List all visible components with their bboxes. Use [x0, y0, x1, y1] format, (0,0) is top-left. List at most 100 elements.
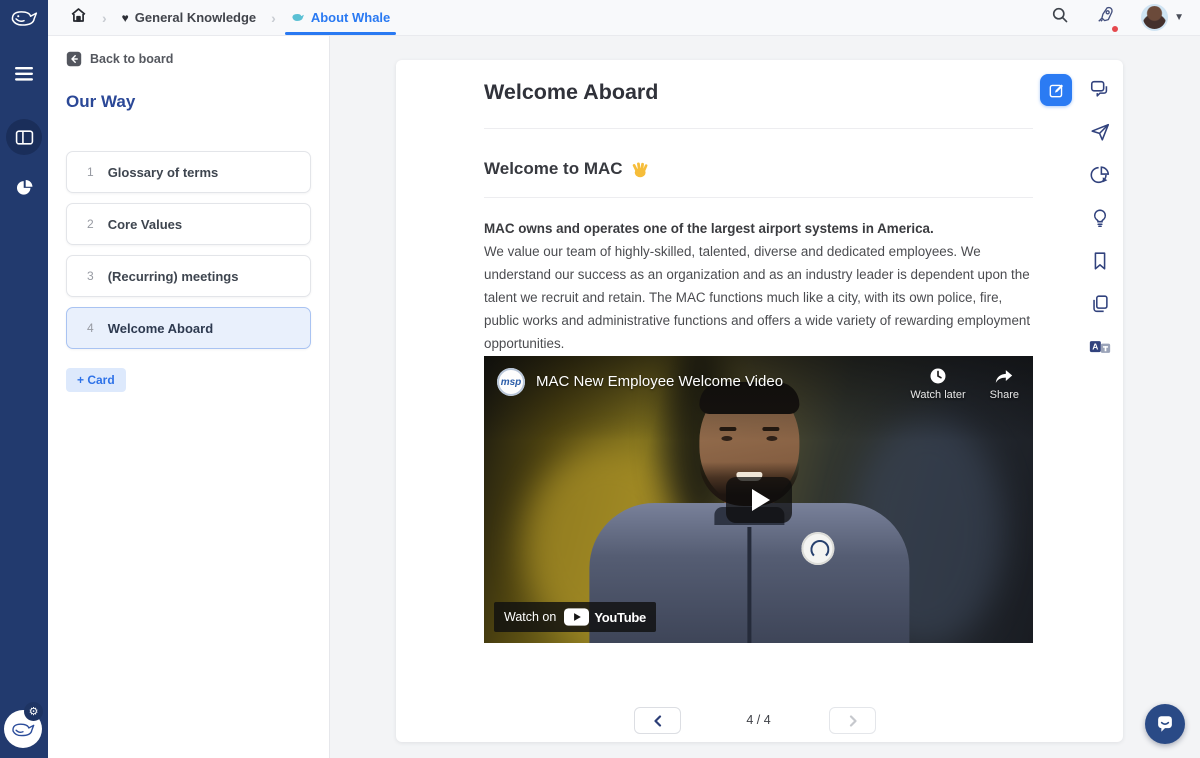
- card-number: 4: [87, 321, 94, 335]
- comments-icon: [1090, 80, 1108, 97]
- topbar-actions: ▼: [1051, 4, 1200, 32]
- analytics-pie-icon: [1090, 166, 1110, 184]
- card-analytics-button[interactable]: [1089, 164, 1111, 186]
- card-number: 1: [87, 165, 94, 179]
- chat-launcher-button[interactable]: [1145, 704, 1185, 744]
- heart-icon: ♥: [121, 10, 129, 25]
- breadcrumb-card-active[interactable]: About Whale: [284, 10, 397, 35]
- card-item-recurring-meetings[interactable]: 3 (Recurring) meetings: [66, 255, 311, 297]
- channel-avatar[interactable]: msp: [497, 368, 525, 396]
- share-arrow-icon: [996, 370, 1013, 383]
- lightbulb-icon: [1093, 209, 1107, 228]
- card-label: Glossary of terms: [107, 164, 219, 180]
- card-number: 3: [87, 269, 94, 283]
- whale-logo[interactable]: [0, 0, 48, 36]
- back-arrow-icon: [66, 51, 82, 67]
- card-list: 1 Glossary of terms 2 Core Values 3 (Rec…: [66, 151, 311, 359]
- board-icon: [15, 129, 33, 145]
- share-label: Share: [989, 389, 1019, 401]
- chat-bubble-icon: [1158, 716, 1172, 732]
- board-title: Our Way: [66, 92, 136, 111]
- next-card-button[interactable]: [829, 707, 876, 734]
- intro-paragraph: We value our team of highly-skilled, tal…: [484, 244, 1031, 351]
- settings-button[interactable]: ⚙: [24, 702, 43, 721]
- whats-new-rocket-icon[interactable]: [1095, 5, 1119, 32]
- breadcrumb-separator-icon: ›: [271, 9, 276, 26]
- watch-later-button[interactable]: Watch later: [910, 366, 966, 401]
- home-icon[interactable]: [70, 7, 87, 28]
- suggestions-button[interactable]: [1089, 207, 1111, 229]
- pie-chart-icon: [16, 179, 32, 195]
- watch-later-label: Watch later: [910, 389, 966, 401]
- divider: [484, 197, 1033, 198]
- clock-icon: [930, 368, 946, 384]
- card-item-glossary-of-terms[interactable]: 1 Glossary of terms: [66, 151, 311, 193]
- add-card-button[interactable]: + Card: [66, 368, 126, 392]
- play-button[interactable]: [725, 476, 792, 523]
- card-body-text: MAC owns and operates one of the largest…: [484, 217, 1036, 355]
- section-heading-text: Welcome to MAC: [484, 159, 623, 178]
- user-menu[interactable]: ▼: [1141, 4, 1184, 31]
- comments-button[interactable]: [1089, 78, 1111, 100]
- whale-icon: [12, 722, 35, 736]
- nav-analytics-button[interactable]: [0, 163, 48, 211]
- card-item-core-values[interactable]: 2 Core Values: [66, 203, 311, 245]
- youtube-wordmark: YouTube: [594, 609, 646, 625]
- intro-bold-line: MAC owns and operates one of the largest…: [484, 221, 934, 236]
- whale-emoji-icon: [292, 14, 304, 21]
- divider: [484, 128, 1033, 129]
- video-actions: Watch later Share: [910, 366, 1019, 401]
- card-title: Welcome Aboard: [484, 80, 659, 104]
- breadcrumb: › ♥ General Knowledge › About Whale: [48, 7, 397, 35]
- chevron-down-icon: ▼: [1174, 12, 1184, 23]
- wave-emoji-icon: [632, 162, 647, 177]
- share-button[interactable]: Share: [990, 366, 1019, 401]
- watch-on-youtube-button[interactable]: Watch on YouTube: [494, 602, 656, 632]
- svg-text:A: A: [1092, 342, 1098, 352]
- breadcrumb-separator-icon: ›: [102, 9, 107, 26]
- card-actions-rail: A: [1082, 78, 1118, 358]
- nav-rail: ⚙: [0, 36, 48, 758]
- copy-icon: [1093, 295, 1108, 313]
- duplicate-button[interactable]: [1089, 293, 1111, 315]
- card-label: Welcome Aboard: [107, 320, 214, 336]
- translate-button[interactable]: A: [1089, 336, 1111, 358]
- breadcrumb-board-label: General Knowledge: [134, 10, 257, 25]
- main-area: Welcome Aboard Welcome to MAC 👋 MAC owns…: [330, 36, 1200, 758]
- card-label: Core Values: [107, 216, 183, 232]
- bookmark-icon: [1094, 252, 1106, 270]
- nav-menu-button[interactable]: [0, 50, 48, 98]
- gear-icon: ⚙: [28, 706, 39, 718]
- pagination-position: 4 / 4: [746, 713, 771, 727]
- breadcrumb-board[interactable]: ♥ General Knowledge: [122, 10, 257, 25]
- topbar: › ♥ General Knowledge › About Whale ▼: [0, 0, 1200, 36]
- edit-pencil-icon: [1049, 83, 1063, 97]
- card-content: Welcome Aboard Welcome to MAC 👋 MAC owns…: [396, 60, 1123, 742]
- watch-on-label: Watch on: [504, 610, 557, 624]
- card-label: (Recurring) meetings: [107, 268, 239, 284]
- back-to-board-button[interactable]: Back to board: [66, 51, 173, 67]
- edit-card-button[interactable]: [1040, 74, 1072, 106]
- breadcrumb-card-label: About Whale: [310, 10, 391, 25]
- video-title[interactable]: MAC New Employee Welcome Video: [536, 373, 783, 390]
- search-icon[interactable]: [1051, 6, 1069, 29]
- card-number: 2: [87, 217, 94, 231]
- nav-boards-button[interactable]: [0, 113, 48, 161]
- play-icon: [751, 488, 770, 511]
- hamburger-icon: [15, 67, 33, 81]
- card-item-welcome-aboard[interactable]: 4 Welcome Aboard: [66, 307, 311, 349]
- nav-rail-footer: ⚙: [0, 698, 48, 750]
- send-share-button[interactable]: [1089, 121, 1111, 143]
- chevron-right-icon: [849, 714, 857, 727]
- youtube-logo-icon: [564, 608, 590, 626]
- paper-plane-icon: [1091, 123, 1110, 141]
- youtube-video-embed[interactable]: msp MAC New Employee Welcome Video Watch…: [484, 356, 1033, 643]
- bookmark-button[interactable]: [1089, 250, 1111, 272]
- translate-icon: A: [1089, 341, 1111, 353]
- whale-icon: [11, 10, 38, 26]
- avatar: [1141, 4, 1169, 31]
- notification-dot: [1112, 26, 1119, 32]
- back-to-board-label: Back to board: [90, 52, 174, 66]
- section-heading: Welcome to MAC 👋: [484, 159, 649, 179]
- board-side-panel: Back to board Our Way 1 Glossary of term…: [48, 36, 330, 758]
